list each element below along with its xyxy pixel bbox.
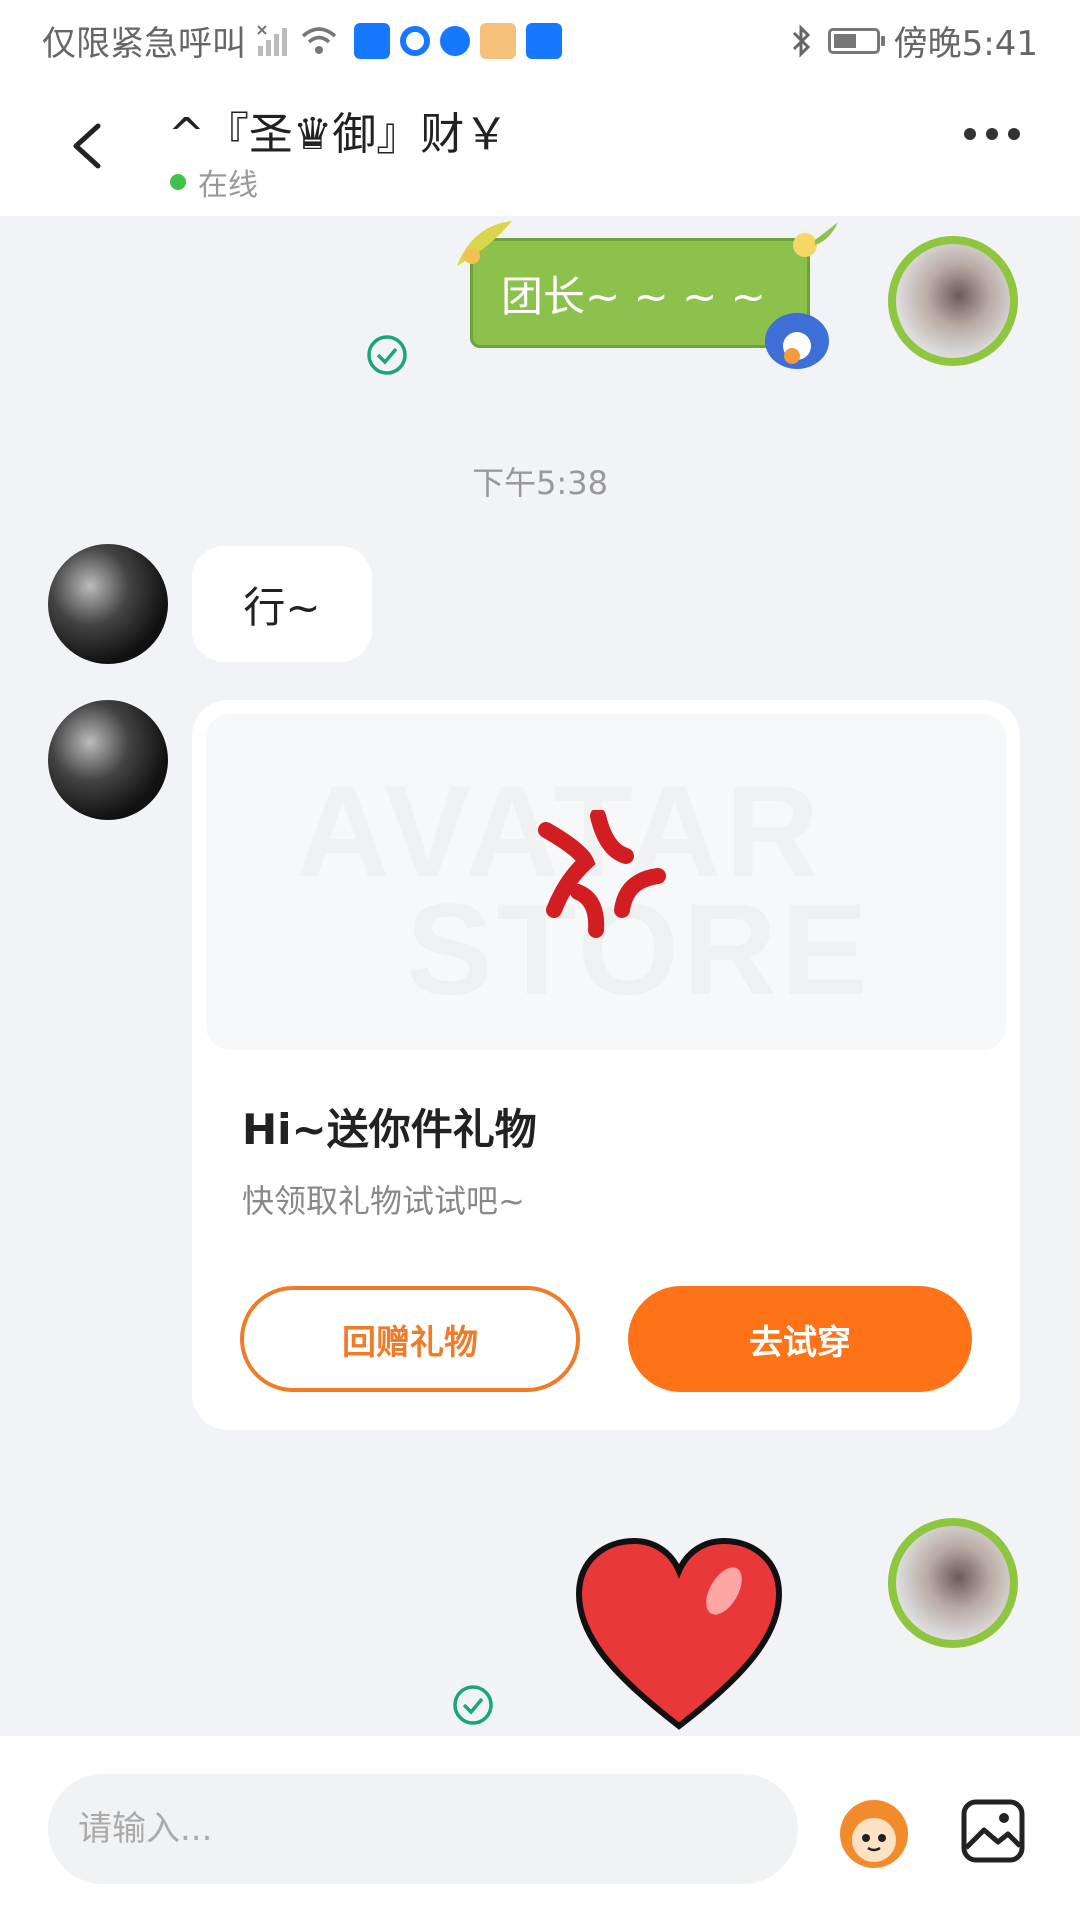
mascot-app-icon xyxy=(480,22,516,59)
bank-icon xyxy=(400,25,430,56)
image-picker-icon[interactable] xyxy=(958,1796,1028,1866)
more-options-icon[interactable] xyxy=(964,128,1020,140)
sent-message-text: 团长~ ~ ~ ~ xyxy=(501,271,766,321)
gift-card-title: Hi~送你件礼物 xyxy=(242,1105,537,1154)
status-right: 傍晚5:41 xyxy=(790,16,1038,65)
cat-sticker-icon xyxy=(765,313,829,369)
message-timestamp: 下午5:38 xyxy=(472,464,608,502)
signal-icon xyxy=(257,24,287,56)
status-left: 仅限紧急呼叫 xyxy=(42,16,562,65)
battery-icon xyxy=(827,27,885,54)
mascot-emoji-icon[interactable] xyxy=(834,1792,914,1872)
gift-card-subtitle: 快领取礼物试试吧~ xyxy=(242,1182,525,1220)
online-status: 在线 xyxy=(170,160,258,204)
chat-messages[interactable]: 团长~ ~ ~ ~ 下午5:38 行~ AVATAR STORE Hi~送你件礼… xyxy=(0,216,1080,1736)
bluetooth-icon xyxy=(792,23,810,58)
input-bar xyxy=(0,1736,1080,1920)
return-gift-button[interactable]: 回赠礼物 xyxy=(240,1286,580,1392)
wifi-icon xyxy=(301,26,337,54)
status-bar: 仅限紧急呼叫 傍晚5:41 xyxy=(0,0,1080,76)
gift-card[interactable]: AVATAR STORE Hi~送你件礼物 快领取礼物试试吧~ 回赠礼物 去试穿 xyxy=(192,700,1020,1430)
online-dot-icon xyxy=(170,174,186,190)
self-avatar[interactable] xyxy=(888,236,1018,366)
alipay-icon xyxy=(354,22,390,59)
alipay-icon xyxy=(526,22,562,59)
received-message-text: 行~ xyxy=(243,582,321,632)
self-avatar[interactable] xyxy=(888,1518,1018,1648)
message-input[interactable] xyxy=(48,1774,798,1884)
gift-preview-image: AVATAR STORE xyxy=(206,714,1006,1050)
flower-decoration-icon xyxy=(793,222,838,257)
carrier-text: 仅限紧急呼叫 xyxy=(42,24,246,64)
received-message-bubble[interactable]: 行~ xyxy=(192,546,372,662)
contact-avatar[interactable] xyxy=(48,544,168,664)
read-check-icon xyxy=(453,1685,493,1725)
contact-avatar[interactable] xyxy=(48,700,168,820)
read-check-icon xyxy=(367,335,407,375)
status-time: 傍晚5:41 xyxy=(893,24,1038,64)
heart-sticker-icon[interactable] xyxy=(574,1536,784,1736)
back-arrow-icon[interactable] xyxy=(60,116,120,176)
leaf-decoration-icon xyxy=(457,221,512,266)
try-on-button[interactable]: 去试穿 xyxy=(628,1286,972,1392)
chat-header: ^『圣♛御』财￥ 在线 xyxy=(0,76,1080,216)
anger-mark-icon xyxy=(538,810,666,938)
browser-icon xyxy=(440,25,470,56)
contact-name: ^『圣♛御』财￥ xyxy=(168,109,509,160)
online-status-label: 在线 xyxy=(198,168,258,203)
